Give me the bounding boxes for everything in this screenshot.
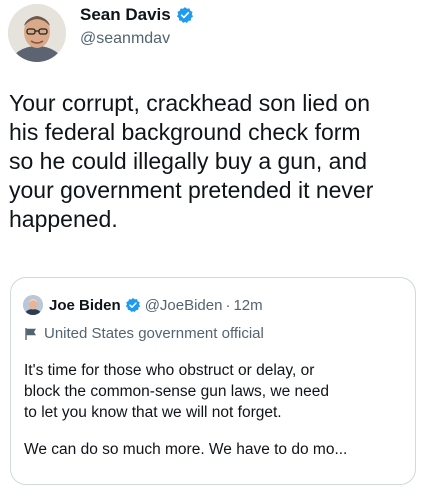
tweet: Sean Davis @seanmdav Your corrupt, crack… [0, 0, 433, 500]
quoted-author-display-name[interactable]: Joe Biden [49, 297, 121, 314]
tweet-text-line: so he could illegally buy a gun, and [9, 148, 368, 174]
separator-dot: · [225, 296, 231, 314]
tweet-text-line: your government pretended it never [9, 177, 374, 203]
quoted-text-line: It's time for those who obstruct or dela… [24, 362, 315, 379]
verified-badge-icon [125, 297, 141, 313]
avatar-photo [8, 4, 66, 62]
author-handle[interactable]: @seanmdav [80, 30, 170, 48]
author-name-row: Sean Davis [80, 5, 194, 25]
tweet-text: Your corrupt, crackhead son lied on his … [9, 89, 419, 234]
flag-icon [24, 327, 38, 341]
tweet-text-line: his federal background check form [9, 119, 361, 145]
quoted-text-line: We can do so much more. We have to do mo… [24, 441, 348, 458]
quoted-author-avatar[interactable] [23, 295, 43, 315]
quoted-tweet-header: Joe Biden @JoeBiden · 12m [23, 295, 263, 315]
quoted-tweet-text: It's time for those who obstruct or dela… [24, 360, 404, 460]
quoted-author-handle[interactable]: @JoeBiden [145, 297, 223, 314]
author-display-name[interactable]: Sean Davis [80, 5, 171, 25]
quoted-tweet[interactable]: Joe Biden @JoeBiden · 12m United States … [10, 277, 416, 485]
tweet-text-line: Your corrupt, crackhead son lied on [9, 90, 370, 116]
verified-badge-icon [176, 6, 194, 24]
tweet-text-line: happened. [9, 206, 118, 232]
quoted-text-line: block the common-sense gun laws, we need [24, 383, 329, 400]
author-avatar[interactable] [8, 4, 66, 62]
government-official-label: United States government official [24, 325, 264, 342]
government-label-text: United States government official [44, 325, 264, 342]
quoted-text-line: to let you know that we will not forget. [24, 404, 282, 421]
quoted-tweet-timestamp[interactable]: 12m [233, 297, 262, 314]
